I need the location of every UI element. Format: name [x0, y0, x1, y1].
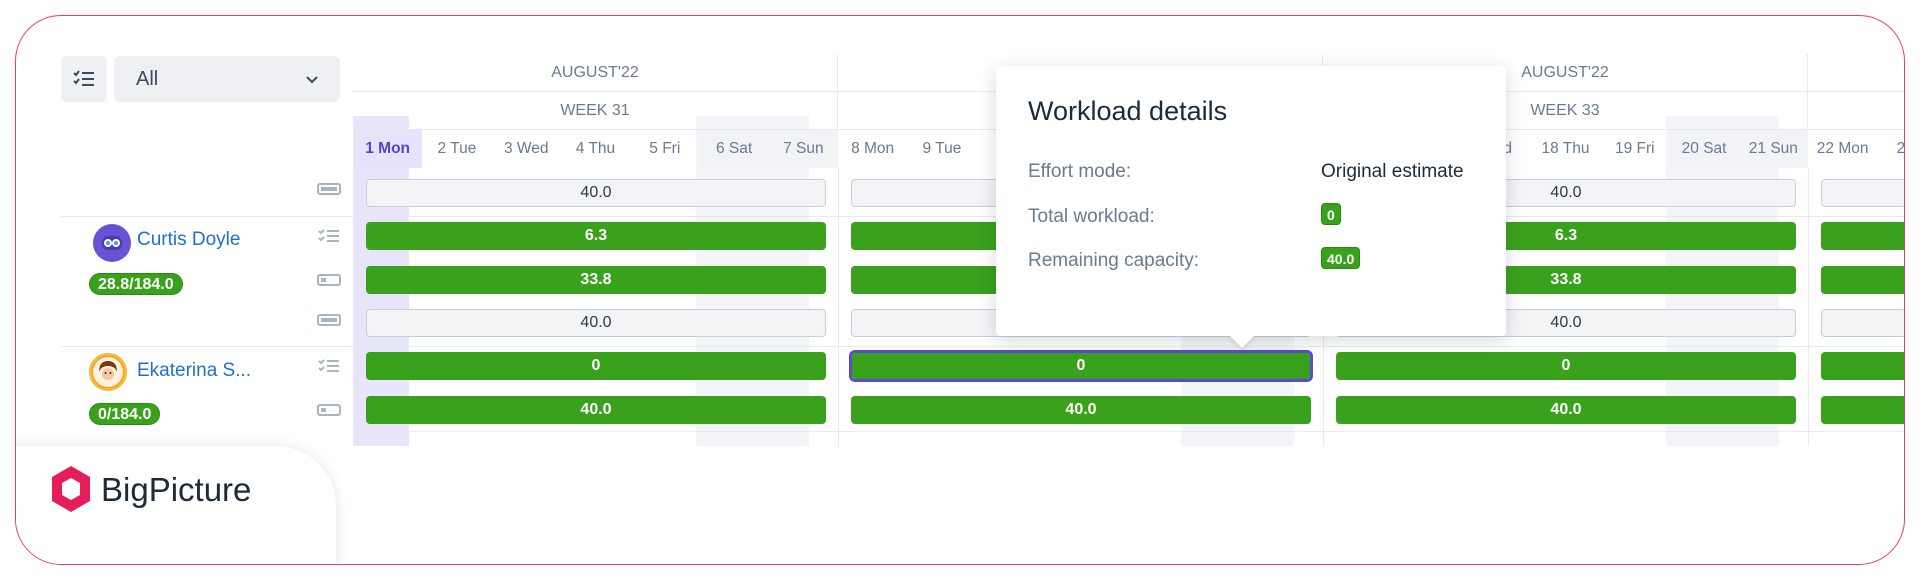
logo-text: BigPicture [101, 471, 252, 508]
day-header: 23 T [1896, 140, 1905, 157]
filter-dropdown[interactable]: All [114, 56, 340, 102]
user-workload-badge: 0/184.0 [89, 403, 161, 425]
list-filter-icon [73, 70, 94, 86]
day-header: 21 Sun [1738, 130, 1808, 168]
day-header: 4 Thu [575, 140, 616, 157]
remaining-bar[interactable]: 40.0 [851, 396, 1311, 424]
remaining-bar[interactable]: 40.0 [366, 396, 826, 424]
row-divider [61, 346, 1904, 347]
month-header [1808, 54, 1904, 92]
row-divider [61, 216, 1904, 217]
remaining-capacity-icon [317, 404, 341, 416]
avatar [89, 353, 127, 391]
day-header: 9 Tue [922, 140, 962, 157]
avatar [93, 224, 131, 262]
capacity-bar[interactable]: 40.0 [366, 309, 826, 337]
day-header: 3 Wed [503, 140, 549, 157]
total-workload-label: Total workload: [1028, 206, 1155, 227]
workload-bar[interactable]: 6.3 [366, 222, 826, 250]
remaining-capacity-icon [317, 274, 341, 286]
robot-avatar-icon [102, 236, 122, 250]
workload-bar[interactable]: 0 [366, 352, 826, 380]
capacity-bar[interactable]: 40.0 [366, 179, 826, 207]
workload-details-tooltip: Workload details Effort mode: Original e… [996, 66, 1506, 336]
tooltip-title: Workload details [1028, 96, 1228, 126]
user-name-link[interactable]: Curtis Doyle [137, 229, 240, 251]
tooltip-arrow [1228, 334, 1256, 348]
remaining-bar[interactable] [1821, 266, 1904, 294]
day-header: 22 Mon [1816, 140, 1869, 157]
bigpicture-logo-icon [52, 466, 90, 512]
day-header: 8 Mon [851, 140, 895, 157]
task-list-icon [318, 229, 339, 242]
filter-list-button[interactable] [61, 56, 107, 102]
remaining-bar[interactable] [1821, 396, 1904, 424]
day-header: 7 Sun [768, 130, 838, 168]
row-divider [353, 431, 1904, 432]
workload-bar[interactable]: 0 [1336, 352, 1796, 380]
week-divider [838, 168, 839, 446]
remaining-capacity-value: 40.0 [1321, 247, 1361, 269]
workload-bar-selected[interactable]: 0 [849, 350, 1313, 382]
day-header: 18 Thu [1541, 140, 1590, 157]
day-header: 2 Tue [437, 140, 477, 157]
effort-mode-value: Original estimate [1321, 161, 1464, 182]
remaining-bar[interactable]: 33.8 [366, 266, 826, 294]
remaining-capacity-label: Remaining capacity: [1028, 250, 1200, 271]
day-header: 20 Sat [1669, 130, 1739, 168]
person-avatar-icon [93, 357, 123, 387]
day-header: 6 Sat [699, 130, 769, 168]
user-name-link[interactable]: Ekaterina S... [137, 360, 251, 382]
chevron-down-icon [306, 76, 318, 84]
effort-mode-label: Effort mode: [1028, 161, 1132, 182]
user-workload-badge: 28.8/184.0 [89, 273, 183, 295]
total-workload-value: 0 [1321, 203, 1341, 225]
day-header: 5 Fri [649, 140, 681, 157]
week-divider [1808, 168, 1809, 446]
month-header: AUGUST'22 [353, 54, 838, 92]
task-list-icon [318, 359, 339, 372]
week-header: WEEK 31 [353, 92, 838, 130]
app-frame: All AUGUST'22 AUGUST'22 WEEK 31 WEEK 33 … [15, 15, 1905, 565]
filter-value: All [136, 68, 159, 90]
week-header [1808, 92, 1904, 130]
capacity-icon [317, 183, 341, 195]
day-header: 1 Mon [353, 130, 423, 168]
capacity-icon [317, 314, 341, 326]
workload-bar[interactable] [1821, 352, 1904, 380]
capacity-bar[interactable] [1821, 309, 1904, 337]
remaining-bar[interactable]: 40.0 [1336, 396, 1796, 424]
day-header: 19 Fri [1614, 140, 1655, 157]
capacity-bar[interactable] [1821, 179, 1904, 207]
workload-bar[interactable] [1821, 222, 1904, 250]
